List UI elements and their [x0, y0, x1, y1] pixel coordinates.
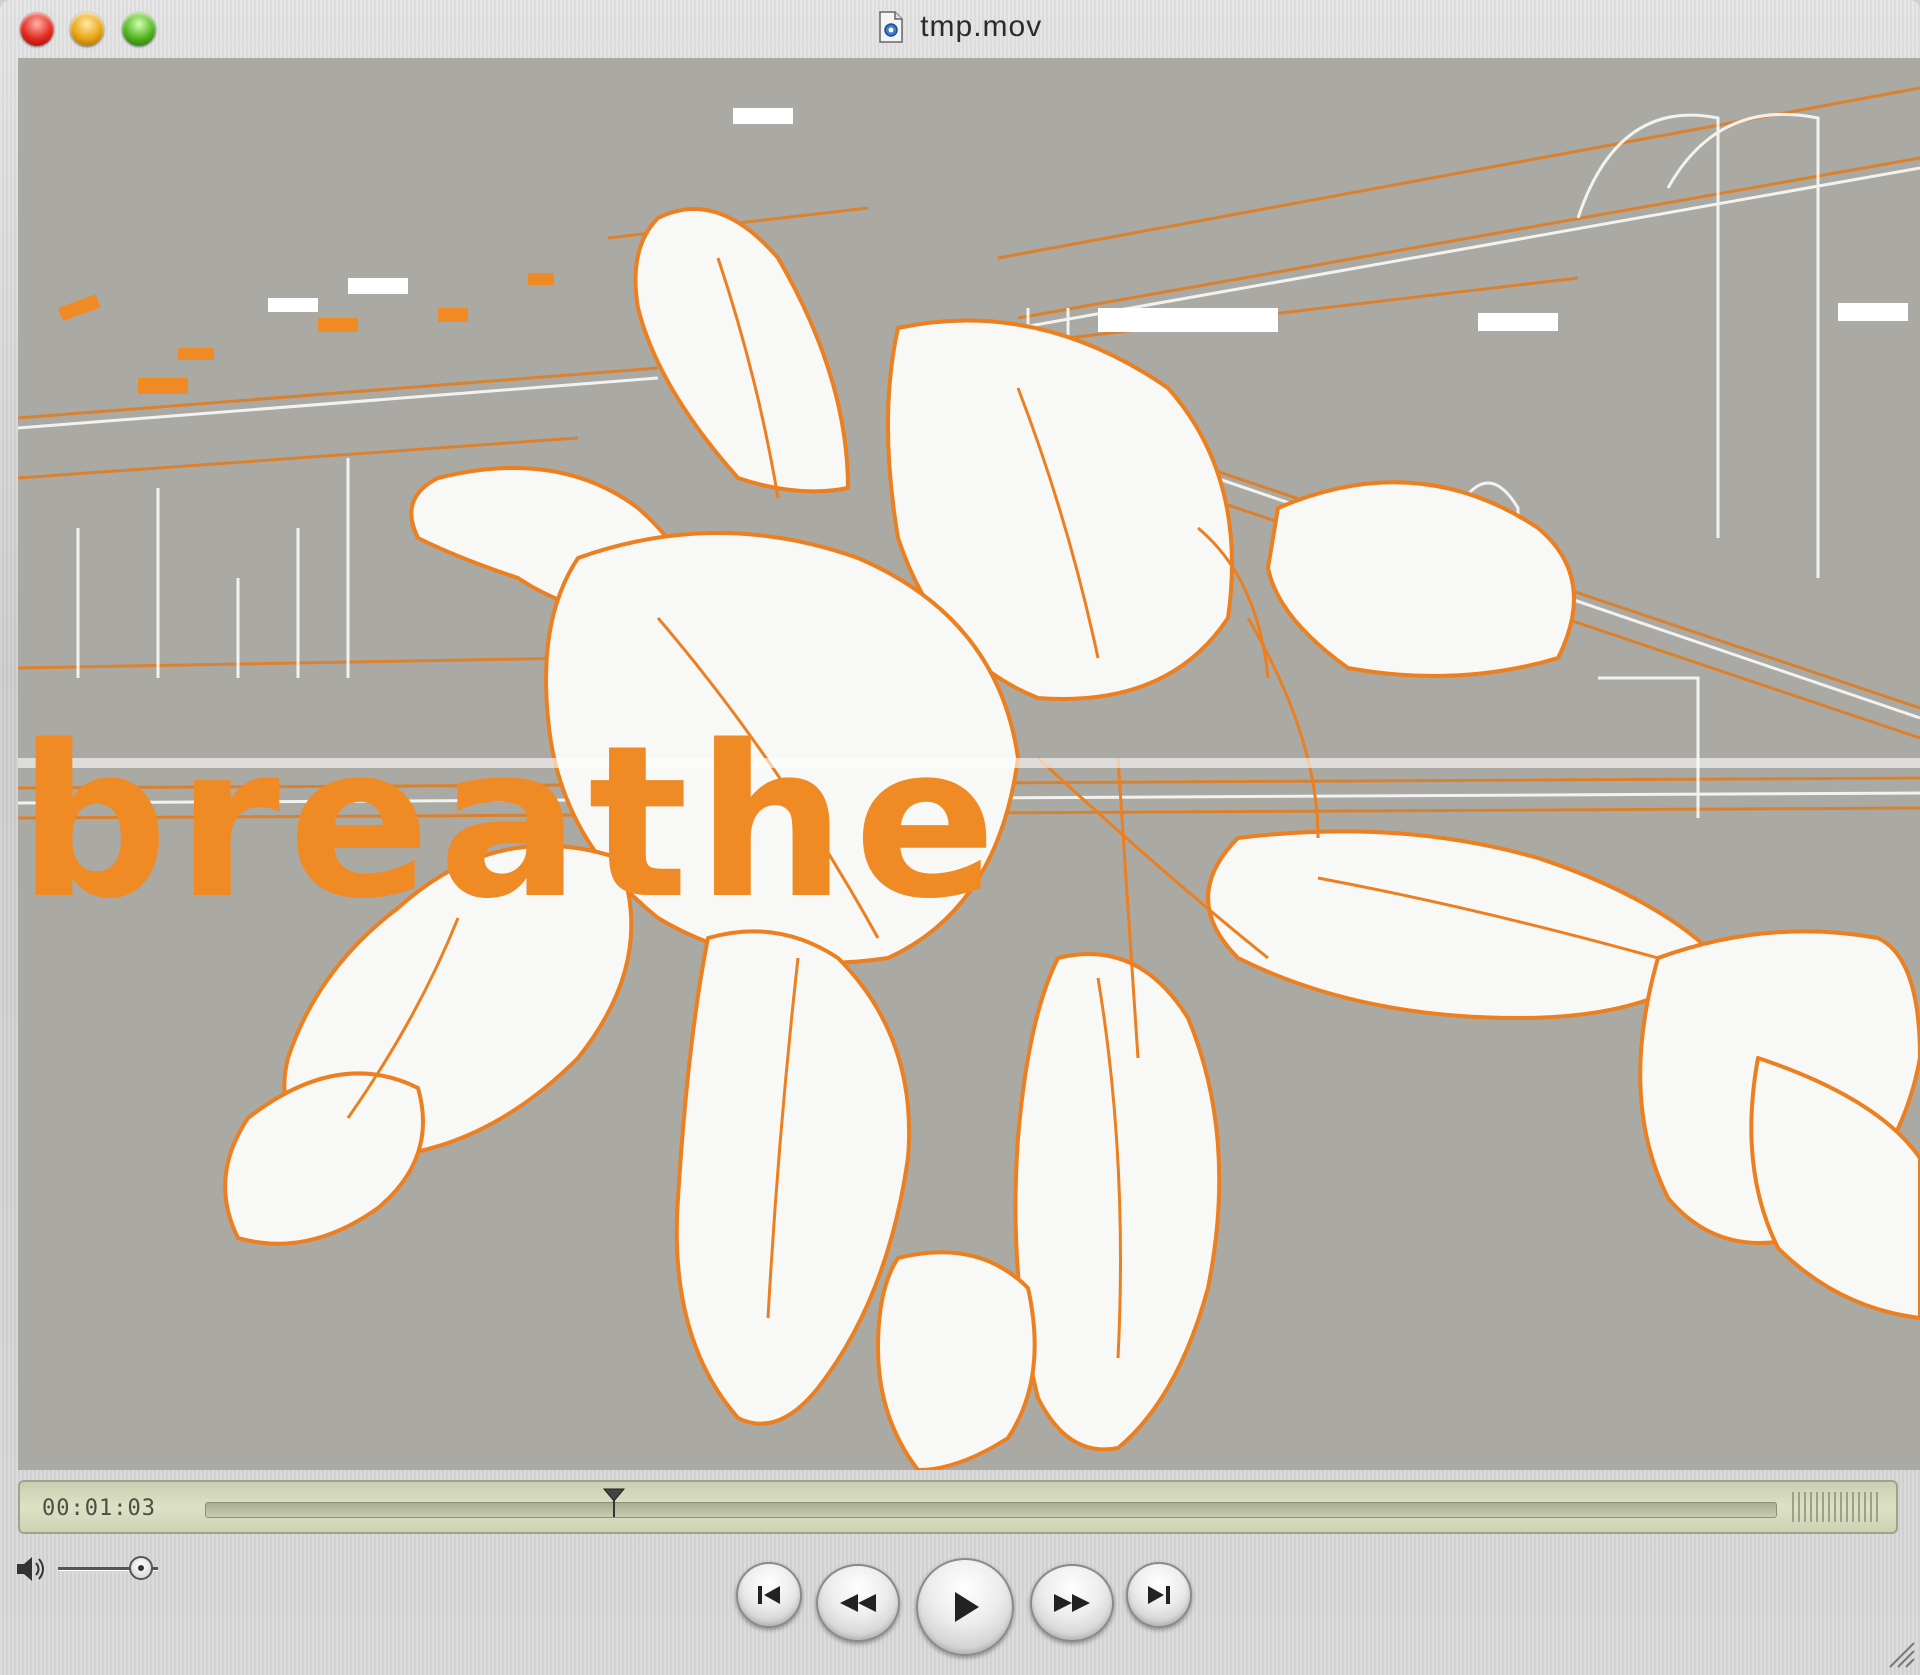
resize-grip-icon[interactable] [1882, 1635, 1916, 1669]
svg-text:breathe: breathe [18, 700, 1004, 945]
playhead-marker-icon[interactable] [602, 1487, 626, 1517]
go-to-start-icon [758, 1586, 780, 1604]
transport-controls [0, 1550, 1920, 1660]
timeline-grip [1792, 1492, 1882, 1522]
timeline-bar[interactable]: 00:01:03 [18, 1480, 1898, 1534]
current-time-display: 00:01:03 [42, 1496, 156, 1521]
window-title-area: tmp.mov [0, 10, 1920, 44]
video-frame[interactable]: breathe [18, 58, 1920, 1470]
fast-forward-button[interactable] [1030, 1564, 1114, 1642]
quicktime-document-icon [878, 11, 904, 43]
quicktime-player-window: tmp.mov breathe 00:01:03 [0, 0, 1920, 1675]
rewind-button[interactable] [816, 1564, 900, 1642]
fast-forward-icon [1054, 1594, 1090, 1612]
rewind-icon [840, 1594, 876, 1612]
scrubber-track[interactable] [205, 1488, 1777, 1518]
go-to-start-button[interactable] [736, 1562, 802, 1628]
video-content: breathe [18, 58, 1920, 1470]
go-to-end-icon [1148, 1586, 1170, 1604]
title-bar[interactable]: tmp.mov [0, 0, 1920, 58]
play-icon [955, 1592, 979, 1622]
window-title: tmp.mov [920, 10, 1043, 43]
go-to-end-button[interactable] [1126, 1562, 1192, 1628]
play-button[interactable] [916, 1558, 1014, 1656]
